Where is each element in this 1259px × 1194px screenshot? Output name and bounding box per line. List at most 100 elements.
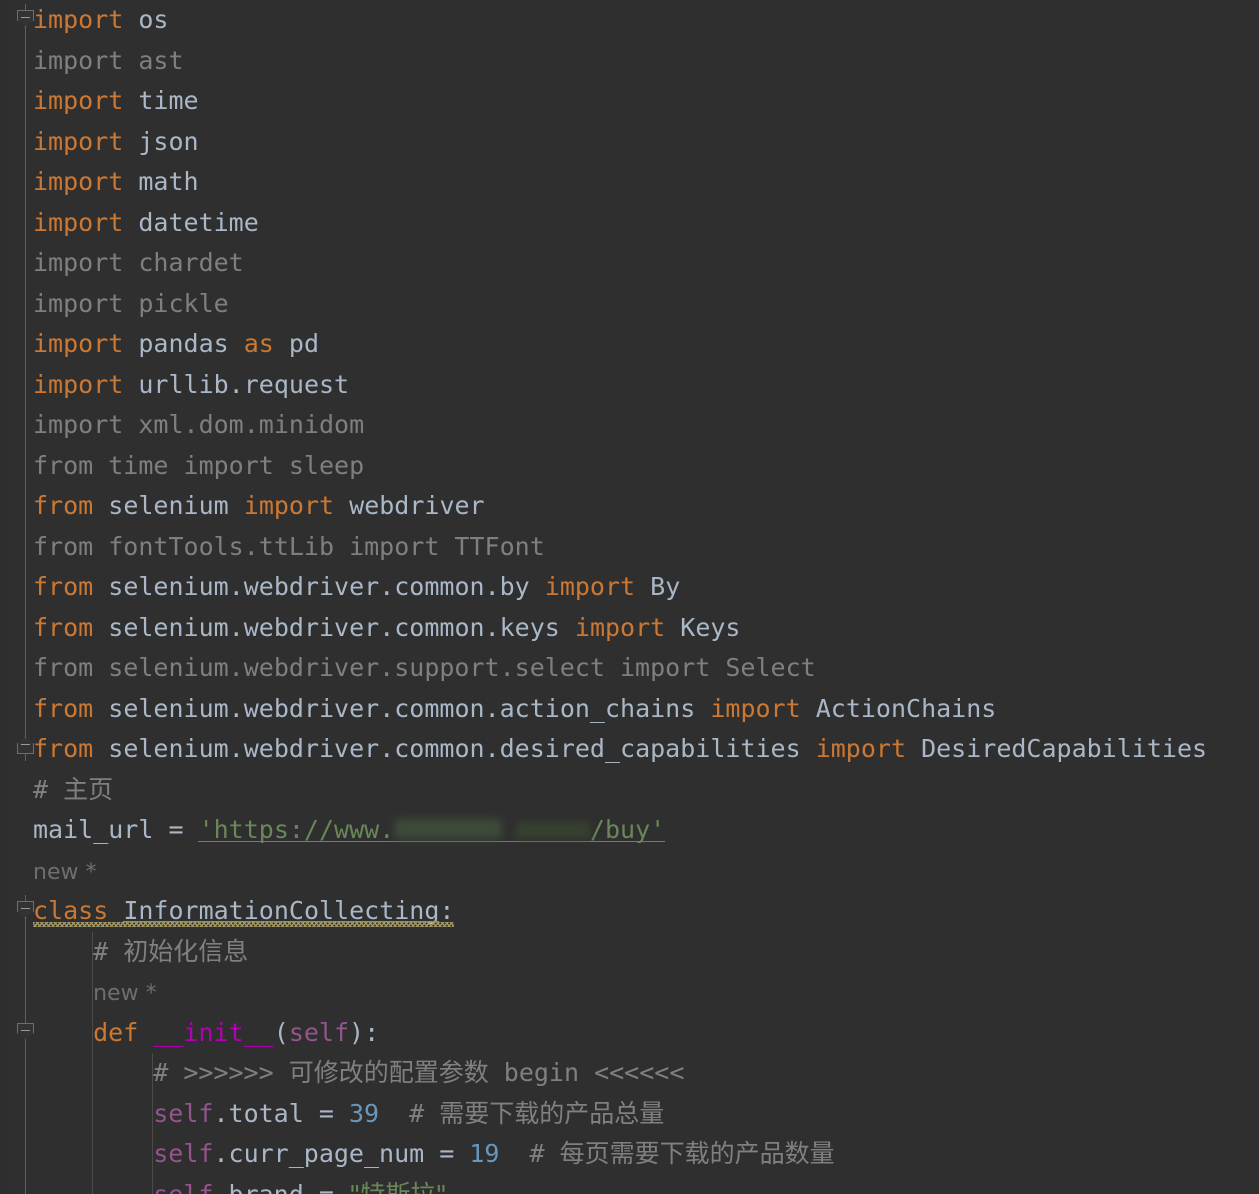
code-line[interactable]: # 主页 [33,770,113,811]
code-token: import [815,734,907,763]
code-token: datetime [138,207,259,237]
code-token: __init__ [153,1017,274,1047]
collapse-minus-icon [21,17,30,18]
code-line[interactable]: from time import sleep [33,446,364,487]
code-token: mail_url [33,815,154,844]
code-token: from [33,491,94,520]
code-line[interactable]: from selenium.webdriver.support.select i… [33,648,816,689]
code-token: selenium.webdriver.common.keys [108,612,560,642]
code-token: self [153,1098,214,1128]
code-line[interactable]: self.curr_page_num = 19 # 每页需要下载的产品数量 [153,1134,834,1175]
code-token: from time import sleep [33,450,365,480]
code-editor[interactable]: import os import ast import time import jso… [0,0,1259,1194]
code-token: import [710,693,801,723]
code-token: new * [93,981,157,1006]
code-token: import [33,167,124,196]
code-token: import [33,329,124,358]
code-token: import [544,572,636,601]
code-line[interactable]: self.brand = "特斯拉" [153,1175,447,1194]
code-token: = [153,815,199,844]
code-token: from [33,612,94,642]
code-token: pandas [138,329,229,358]
code-token: as [243,329,274,358]
code-token: pd [288,329,320,358]
code-token: import chardet [33,248,244,277]
code-token: self [288,1017,350,1047]
code-token: : [439,896,455,925]
code-line[interactable]: import urllib.request [33,365,349,406]
code-line[interactable]: import time [33,81,199,122]
code-line[interactable]: from selenium.webdriver.common.keys impo… [33,608,740,649]
code-line[interactable]: from selenium.webdriver.common.by import… [33,567,680,608]
code-line[interactable]: # >>>>>> 可修改的配置参数 begin <<<<<< [153,1053,684,1094]
code-line[interactable]: import xml.dom.minidom [33,405,364,446]
redacted-domain-block [394,819,502,839]
code-token: 19 [469,1139,500,1168]
code-token: ActionChains [815,693,997,723]
code-token: import [33,126,124,156]
code-line[interactable]: from fontTools.ttLib import TTFont [33,527,545,568]
code-line[interactable]: import os [33,0,168,41]
code-token: total [228,1098,304,1128]
code-line[interactable]: from selenium import webdriver [33,486,485,527]
code-token: # >>>>>> [153,1058,289,1087]
code-line[interactable]: import math [33,162,199,203]
code-line[interactable]: import pickle [33,284,229,325]
code-line[interactable]: import chardet [33,243,244,284]
code-token: 主页 [63,774,114,804]
line-number-gutter[interactable] [0,0,15,1194]
code-token: new * [33,859,97,885]
code-line[interactable]: import json [33,122,199,163]
code-token: import ast [33,45,184,75]
code-folding-gutter[interactable] [14,0,32,1194]
code-token: import [33,5,124,34]
code-token: from [33,734,94,763]
code-token: def [93,1017,139,1047]
code-token: import xml.dom.minidom [33,410,365,439]
code-token: from selenium.webdriver.support.select i… [33,653,816,682]
code-token: 每页需要下载的产品数量 [559,1139,835,1168]
code-line[interactable]: def __init__(self): [93,1013,379,1054]
code-line[interactable]: import ast [33,41,184,82]
fold-region-rail [25,1016,26,1194]
code-token: os [138,5,169,34]
code-token: time [138,86,199,115]
code-line[interactable]: import datetime [33,203,259,244]
code-line[interactable]: new * [93,972,156,1013]
code-line[interactable]: # 初始化信息 [93,932,248,973]
code-token: selenium.webdriver.common.action_chains [108,693,696,723]
code-line[interactable]: from selenium.webdriver.common.desired_c… [33,729,1207,770]
code-token: /buy' [589,815,666,844]
code-token: # [93,936,124,966]
code-token: Keys [680,612,741,642]
code-token: 初始化信息 [123,936,249,966]
code-token: ): [349,1017,380,1047]
code-token: import [33,86,124,115]
code-token: json [138,126,199,156]
redacted-domain-block [515,822,590,839]
code-token: math [138,167,199,196]
code-token: . [213,1179,229,1194]
code-line[interactable]: import pandas as pd [33,324,319,365]
url-hyperlink-underline[interactable] [198,841,665,842]
code-token: = [303,1098,349,1128]
code-line[interactable]: from selenium.webdriver.common.action_ch… [33,689,996,730]
code-line[interactable]: new * [33,851,96,892]
code-line[interactable]: self.total = 39 # 需要下载的产品总量 [153,1094,664,1135]
